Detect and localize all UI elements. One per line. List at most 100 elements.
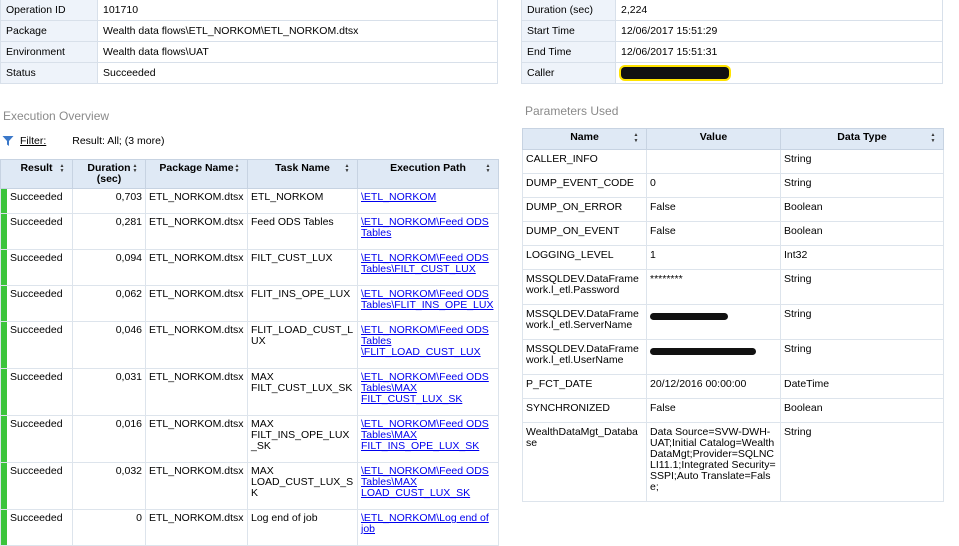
param-name-cell: CALLER_INFO (522, 149, 647, 174)
duration-cell: 0,062 (72, 285, 146, 322)
package-cell: ETL_NORKOM.dtsx (145, 249, 248, 286)
table-row[interactable]: Succeeded 0,032 ETL_NORKOM.dtsx MAX LOAD_CU… (0, 462, 499, 510)
table-row[interactable]: MSSQLDEV.DataFramework.l_etl.UserName Str… (522, 339, 944, 375)
redacted-value (650, 348, 756, 355)
param-type-cell: DateTime (780, 374, 944, 399)
summary-right-table: Duration (sec) 2,224 Start Time 12/06/2017 … (521, 0, 943, 84)
param-name-cell: DUMP_ON_EVENT (522, 221, 647, 246)
param-value-cell: 20/12/2016 00:00:00 (646, 374, 781, 399)
execution-path-link[interactable]: \ETL_NORKOM\Feed ODS Tables\MAX FILT_CUS… (361, 371, 489, 405)
duration-cell: 0,016 (72, 415, 146, 463)
summary-key: Operation ID (0, 0, 98, 21)
table-row[interactable]: DUMP_ON_ERROR False Boolean (522, 197, 944, 222)
table-row[interactable]: DUMP_EVENT_CODE 0 String (522, 173, 944, 198)
table-row[interactable]: DUMP_ON_EVENT False Boolean (522, 221, 944, 246)
sort-arrows-icon[interactable]: ▲▼ (56, 163, 67, 173)
param-column-header-2[interactable]: Data Type ▲▼ (780, 128, 944, 150)
column-header-3[interactable]: Task Name ▲▼ (247, 159, 358, 189)
parameters-used-title: Parameters Used (525, 104, 619, 118)
summary-key: Package (0, 20, 98, 42)
table-row[interactable]: Succeeded 0,016 ETL_NORKOM.dtsx MAX FILT_IN… (0, 415, 499, 463)
table-row[interactable]: MSSQLDEV.DataFramework.l_etl.Password ***… (522, 269, 944, 305)
column-header-label: Name (570, 131, 599, 143)
param-name-cell: LOGGING_LEVEL (522, 245, 647, 270)
table-row[interactable]: CALLER_INFO String (522, 149, 944, 174)
table-row[interactable]: MSSQLDEV.DataFramework.l_etl.ServerName S… (522, 304, 944, 340)
column-header-label: Execution Path (390, 162, 466, 174)
summary-row: Operation ID 101710 (0, 0, 498, 21)
path-cell: \ETL_NORKOM\Feed ODS Tables\MAX FILT_INS… (357, 415, 499, 463)
table-row[interactable]: Succeeded 0,094 ETL_NORKOM.dtsx FILT_CUST_L… (0, 249, 499, 286)
filter-funnel-icon[interactable] (2, 135, 14, 147)
package-cell: ETL_NORKOM.dtsx (145, 213, 248, 250)
execution-path-link[interactable]: \ETL_NORKOM\Feed ODS Tables\FLIT_INS_OPE… (361, 288, 493, 311)
path-cell: \ETL_NORKOM\Feed ODS Tables\MAX LOAD_CUS… (357, 462, 499, 510)
duration-cell: 0,094 (72, 249, 146, 286)
result-cell: Succeeded (0, 213, 73, 250)
task-cell: Feed ODS Tables (247, 213, 358, 250)
param-value-cell: 0 (646, 173, 781, 198)
package-cell: ETL_NORKOM.dtsx (145, 415, 248, 463)
execution-path-link[interactable]: \ETL_NORKOM\Feed ODS Tables \FLIT_LOAD_C… (361, 324, 489, 358)
duration-cell: 0,031 (72, 368, 146, 416)
param-name-cell: WealthDataMgt_Database (522, 422, 647, 502)
result-cell: Succeeded (0, 368, 73, 416)
summary-value: 2,224 (615, 0, 943, 21)
table-row[interactable]: Succeeded 0,281 ETL_NORKOM.dtsx Feed ODS Ta… (0, 213, 499, 250)
param-column-header-0[interactable]: Name ▲▼ (522, 128, 647, 150)
column-header-0[interactable]: Result ▲▼ (0, 159, 73, 189)
table-row[interactable]: Succeeded 0,703 ETL_NORKOM.dtsx ETL_NORKOM \… (0, 188, 499, 214)
param-type-cell: Boolean (780, 398, 944, 423)
table-row[interactable]: Succeeded 0 ETL_NORKOM.dtsx Log end of job \… (0, 509, 499, 546)
param-value-cell (646, 339, 781, 375)
table-row[interactable]: P_FCT_DATE 20/12/2016 00:00:00 DateTime (522, 374, 944, 399)
param-column-header-1[interactable]: Value (646, 128, 781, 150)
execution-path-link[interactable]: \ETL_NORKOM (361, 191, 436, 203)
filter-link[interactable]: Filter: (20, 135, 46, 147)
redacted-value (621, 67, 729, 80)
summary-row: End Time 12/06/2017 15:51:31 (521, 41, 943, 63)
execution-overview-grid: Result ▲▼ Duration (sec) ▲▼ Package Name ▲▼ Ta… (0, 159, 499, 546)
table-row[interactable]: Succeeded 0,046 ETL_NORKOM.dtsx FLIT_LOAD_C… (0, 321, 499, 369)
duration-cell: 0 (72, 509, 146, 546)
column-header-2[interactable]: Package Name ▲▼ (145, 159, 248, 189)
table-row[interactable]: Succeeded 0,031 ETL_NORKOM.dtsx MAX FILT_CU… (0, 368, 499, 416)
task-cell: FLIT_LOAD_CUST_LUX (247, 321, 358, 369)
param-name-cell: SYNCHRONIZED (522, 398, 647, 423)
summary-value: Wealth data flows\UAT (97, 41, 498, 63)
sort-arrows-icon[interactable]: ▲▼ (129, 163, 140, 173)
summary-key: Status (0, 62, 98, 84)
execution-path-link[interactable]: \ETL_NORKOM\Feed ODS Tables\MAX LOAD_CUS… (361, 465, 489, 499)
column-header-1[interactable]: Duration (sec) ▲▼ (72, 159, 146, 189)
table-row[interactable]: SYNCHRONIZED False Boolean (522, 398, 944, 423)
param-type-cell: String (780, 173, 944, 198)
table-row[interactable]: WealthDataMgt_Database Data Source=SVW-DW… (522, 422, 944, 502)
sort-arrows-icon[interactable]: ▲▼ (927, 132, 938, 144)
column-header-label: Value (699, 131, 728, 143)
param-name-cell: MSSQLDEV.DataFramework.l_etl.ServerName (522, 304, 647, 340)
table-row[interactable]: LOGGING_LEVEL 1 Int32 (522, 245, 944, 270)
task-cell: MAX LOAD_CUST_LUX_SK (247, 462, 358, 510)
sort-arrows-icon[interactable]: ▲▼ (482, 163, 493, 173)
sort-arrows-icon[interactable]: ▲▼ (231, 163, 242, 173)
param-value-cell: Data Source=SVW-DWH-UAT;Initial Catalog=… (646, 422, 781, 502)
redacted-value (650, 313, 728, 320)
result-cell: Succeeded (0, 462, 73, 510)
execution-path-link[interactable]: \ETL_NORKOM\Feed ODS Tables (361, 216, 489, 239)
execution-path-link[interactable]: \ETL_NORKOM\Feed ODS Tables\FILT_CUST_LU… (361, 252, 489, 275)
summary-value: 12/06/2017 15:51:29 (615, 20, 943, 42)
sort-arrows-icon[interactable]: ▲▼ (630, 132, 641, 144)
execution-path-link[interactable]: \ETL_NORKOM\Feed ODS Tables\MAX FILT_INS… (361, 418, 489, 452)
package-cell: ETL_NORKOM.dtsx (145, 285, 248, 322)
summary-row: Environment Wealth data flows\UAT (0, 41, 498, 63)
param-type-cell: Boolean (780, 221, 944, 246)
execution-path-link[interactable]: \ETL_NORKOM\Log end of job (361, 512, 489, 535)
package-cell: ETL_NORKOM.dtsx (145, 321, 248, 369)
path-cell: \ETL_NORKOM\Feed ODS Tables\MAX FILT_CUS… (357, 368, 499, 416)
param-name-cell: MSSQLDEV.DataFramework.l_etl.Password (522, 269, 647, 305)
param-type-cell: Boolean (780, 197, 944, 222)
table-row[interactable]: Succeeded 0,062 ETL_NORKOM.dtsx FLIT_INS_OP… (0, 285, 499, 322)
package-cell: ETL_NORKOM.dtsx (145, 368, 248, 416)
sort-arrows-icon[interactable]: ▲▼ (341, 163, 352, 173)
column-header-4[interactable]: Execution Path ▲▼ (357, 159, 499, 189)
